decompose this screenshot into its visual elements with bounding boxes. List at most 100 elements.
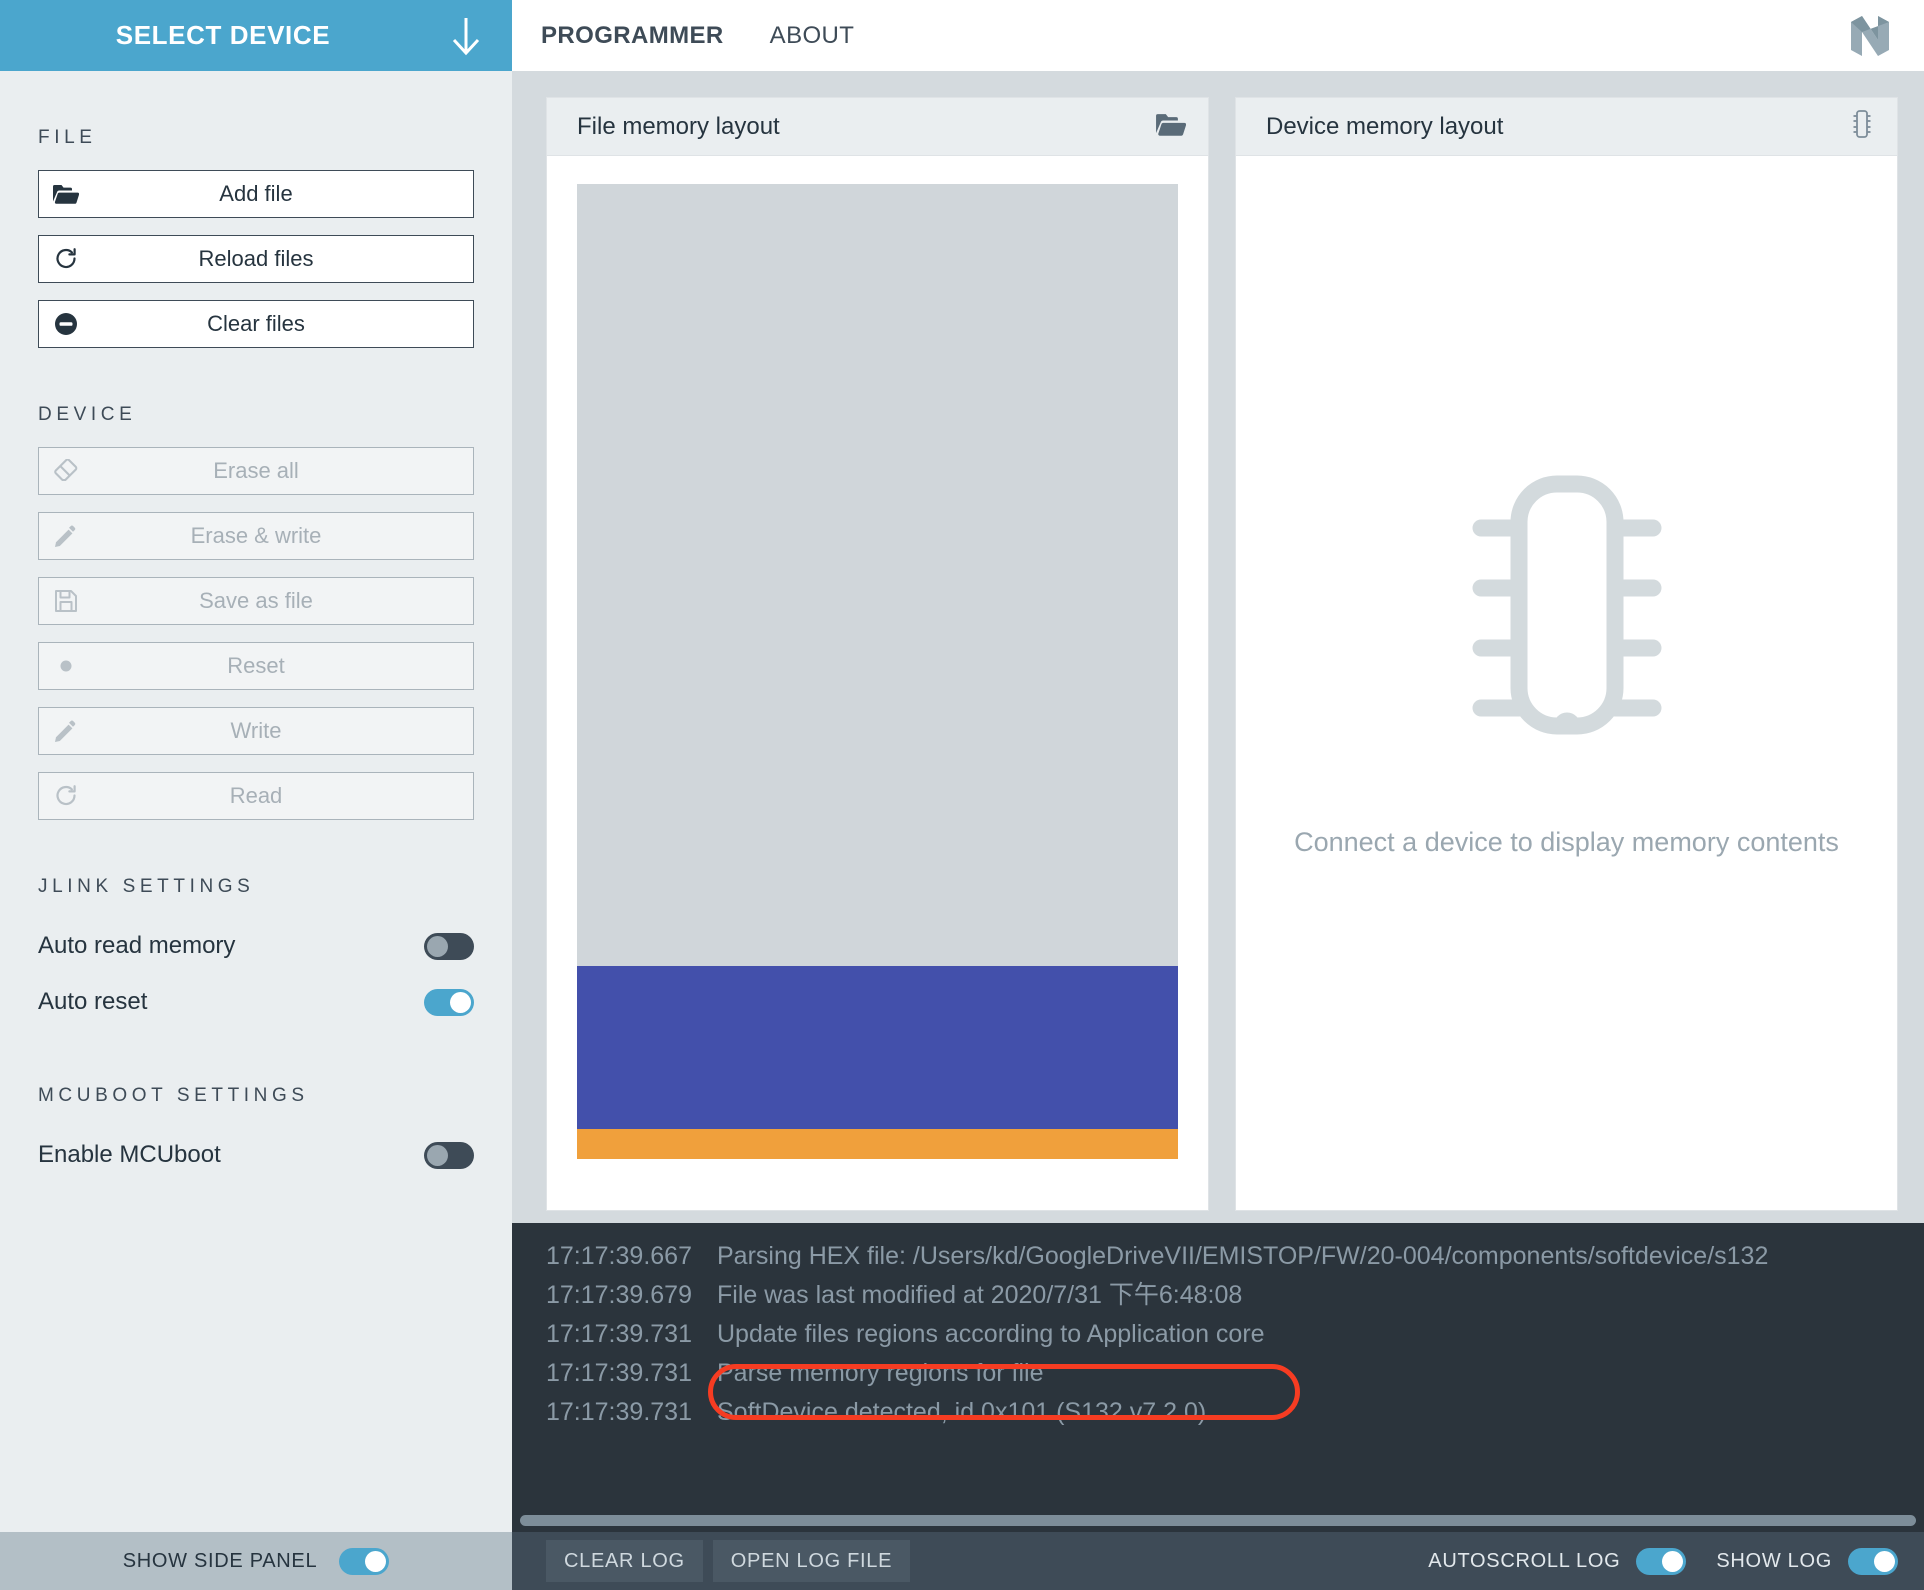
programmer-app: SELECT DEVICE PROGRAMMER ABOUT FILE Add … — [0, 0, 1924, 1590]
log-message: SoftDevice detected, id 0x101 (S132 v7.2… — [717, 1398, 1207, 1426]
autoscroll-log-group: AUTOSCROLL LOG — [1428, 1547, 1687, 1575]
log-line: 17:17:39.731 SoftDevice detected, id 0x1… — [512, 1393, 1924, 1432]
save-as-file-button[interactable]: Save as file — [38, 577, 474, 625]
reload-files-label: Reload files — [198, 246, 314, 271]
show-side-panel-group: SHOW SIDE PANEL — [0, 1532, 512, 1590]
add-file-button[interactable]: Add file — [38, 170, 474, 218]
file-memory-layout-body — [547, 156, 1208, 1210]
file-memory-layout-header: File memory layout — [547, 98, 1208, 156]
log-message: Parse memory regions for file — [717, 1359, 1044, 1387]
log-timestamp: 17:17:39.731 — [546, 1359, 692, 1387]
toggle-knob — [1874, 1550, 1895, 1572]
auto-read-memory-toggle[interactable] — [424, 932, 474, 960]
memory-layout-panels: File memory layout Device memory layout … — [512, 71, 1924, 1223]
pencil-icon — [39, 524, 93, 548]
auto-read-memory-label: Auto read memory — [38, 932, 236, 959]
device-memory-layout-title: Device memory layout — [1266, 112, 1504, 140]
open-log-file-button[interactable]: OPEN LOG FILE — [712, 1540, 911, 1582]
section-title-jlink-settings: JLINK SETTINGS — [38, 876, 255, 897]
file-memory-layout-title: File memory layout — [577, 112, 780, 140]
reset-button[interactable]: Reset — [38, 642, 474, 690]
memory-region-bootloader[interactable] — [577, 1129, 1178, 1160]
log-line: 17:17:39.731 Parse memory regions for fi… — [512, 1354, 1924, 1393]
section-title-mcuboot-settings: MCUBOOT SETTINGS — [38, 1085, 309, 1106]
log-line: 17:17:39.679 File was last modified at 2… — [512, 1276, 1924, 1315]
file-memory-map[interactable] — [577, 184, 1178, 1180]
section-title-file: FILE — [38, 127, 97, 148]
chip-icon — [1463, 470, 1671, 745]
dot-circle-icon — [39, 654, 93, 678]
enable-mcuboot-label: Enable MCUboot — [38, 1141, 221, 1168]
reset-label: Reset — [227, 653, 285, 678]
clear-files-label: Clear files — [207, 311, 305, 336]
log-timestamp: 17:17:39.731 — [546, 1398, 692, 1426]
log-timestamp: 17:17:39.679 — [546, 1281, 692, 1309]
setting-auto-read-memory: Auto read memory — [38, 919, 474, 973]
device-memory-layout-panel: Device memory layout Connect a device to… — [1235, 97, 1898, 1211]
tab-programmer[interactable]: PROGRAMMER — [541, 22, 724, 50]
show-side-panel-toggle[interactable] — [339, 1547, 390, 1575]
floppy-disk-icon — [39, 589, 93, 613]
show-log-toggle[interactable] — [1848, 1547, 1898, 1575]
refresh-icon — [39, 784, 93, 808]
body: FILE Add file Reload files Clear files D… — [0, 71, 1924, 1532]
toggle-knob — [450, 991, 471, 1013]
side-panel: FILE Add file Reload files Clear files D… — [0, 71, 512, 1532]
device-memory-layout-header: Device memory layout — [1236, 98, 1897, 156]
section-title-device: DEVICE — [38, 404, 137, 425]
erase-and-write-label: Erase & write — [190, 523, 322, 548]
toggle-knob — [427, 935, 448, 957]
select-device-button[interactable]: SELECT DEVICE — [0, 0, 512, 71]
reload-files-button[interactable]: Reload files — [38, 235, 474, 283]
log-timestamp: 17:17:39.731 — [546, 1320, 692, 1348]
show-log-label: SHOW LOG — [1716, 1549, 1832, 1572]
log-message: Update files regions according to Applic… — [717, 1320, 1265, 1348]
erase-and-write-button[interactable]: Erase & write — [38, 512, 474, 560]
read-label: Read — [229, 783, 283, 808]
log-timestamp: 17:17:39.667 — [546, 1242, 692, 1270]
log-message: Parsing HEX file: /Users/kd/GoogleDriveV… — [717, 1242, 1769, 1270]
read-button[interactable]: Read — [38, 772, 474, 820]
log-controls-bar: CLEAR LOG OPEN LOG FILE AUTOSCROLL LOG S… — [512, 1532, 1924, 1590]
device-placeholder: Connect a device to display memory conte… — [1266, 184, 1867, 1180]
auto-reset-label: Auto reset — [38, 988, 148, 1015]
folder-open-icon — [39, 184, 93, 204]
memory-region-tail — [577, 1159, 1178, 1180]
eraser-icon — [39, 459, 93, 483]
tab-about[interactable]: ABOUT — [770, 22, 855, 50]
log-message: File was last modified at 2020/7/31 下午6:… — [717, 1281, 1243, 1309]
pencil-icon — [39, 719, 93, 743]
enable-mcuboot-toggle[interactable] — [424, 1141, 474, 1169]
memory-region-empty[interactable] — [577, 184, 1178, 966]
arrow-down-icon — [420, 15, 512, 57]
nordic-n-logo-icon — [1842, 8, 1898, 64]
chip-icon[interactable] — [1849, 109, 1875, 144]
device-placeholder-text: Connect a device to display memory conte… — [1294, 827, 1839, 857]
add-file-label: Add file — [219, 181, 293, 206]
log-horizontal-scrollbar[interactable] — [520, 1515, 1916, 1526]
bottom-bar: SHOW SIDE PANEL CLEAR LOG OPEN LOG FILE … — [0, 1532, 1924, 1590]
top-bar: SELECT DEVICE PROGRAMMER ABOUT — [0, 0, 1924, 71]
main-nav: PROGRAMMER ABOUT — [512, 0, 1924, 71]
log-panel[interactable]: 17:17:39.667 Parsing HEX file: /Users/kd… — [512, 1223, 1924, 1532]
folder-open-icon[interactable] — [1156, 113, 1187, 141]
erase-all-button[interactable]: Erase all — [38, 447, 474, 495]
show-log-group: SHOW LOG — [1716, 1547, 1898, 1575]
autoscroll-log-toggle[interactable] — [1636, 1547, 1687, 1575]
memory-region-softdevice[interactable] — [577, 965, 1178, 1130]
refresh-icon — [39, 247, 93, 271]
auto-reset-toggle[interactable] — [424, 988, 474, 1016]
write-button[interactable]: Write — [38, 707, 474, 755]
erase-all-label: Erase all — [213, 458, 299, 483]
log-line: 17:17:39.731 Update files regions accord… — [512, 1315, 1924, 1354]
device-memory-layout-body: Connect a device to display memory conte… — [1236, 156, 1897, 1210]
clear-log-button[interactable]: CLEAR LOG — [546, 1540, 703, 1582]
file-memory-layout-panel: File memory layout — [546, 97, 1209, 1211]
minus-circle-icon — [39, 312, 93, 336]
write-label: Write — [230, 718, 282, 743]
toggle-knob — [427, 1144, 448, 1166]
show-side-panel-label: SHOW SIDE PANEL — [122, 1549, 318, 1572]
save-as-file-label: Save as file — [199, 588, 313, 613]
clear-files-button[interactable]: Clear files — [38, 300, 474, 348]
autoscroll-log-label: AUTOSCROLL LOG — [1428, 1549, 1621, 1572]
